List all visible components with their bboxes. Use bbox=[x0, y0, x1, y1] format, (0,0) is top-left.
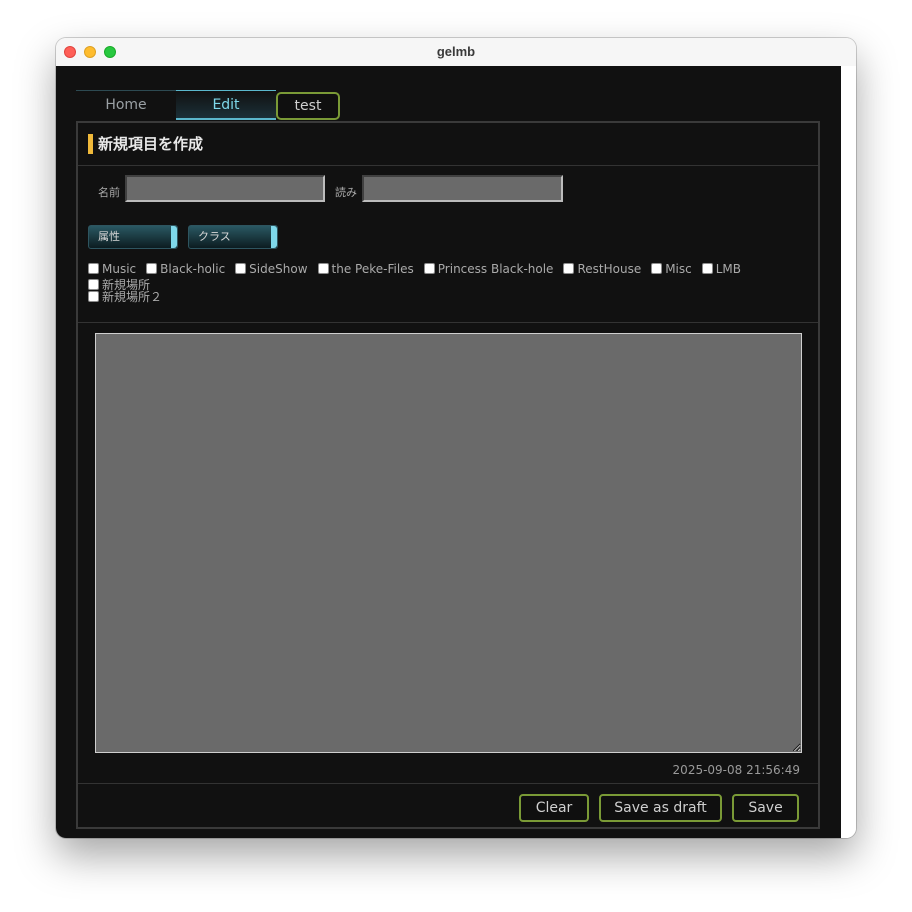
resize-grip-icon[interactable] bbox=[793, 744, 800, 751]
category-checkbox-music[interactable]: Music bbox=[88, 262, 136, 276]
app-window: gelmb Home Edit test 新規項目を作成 名前 読み 属性 クラ… bbox=[56, 38, 856, 838]
checkbox-icon[interactable] bbox=[317, 263, 329, 274]
category-checkbox-black-holic[interactable]: Black-holic bbox=[146, 262, 225, 276]
tab-test[interactable]: test bbox=[276, 92, 340, 120]
category-checkbox-princess-black-hole[interactable]: Princess Black-hole bbox=[423, 262, 553, 276]
checkbox-icon[interactable] bbox=[701, 263, 713, 274]
window-title: gelmb bbox=[436, 44, 476, 59]
checkbox-icon[interactable] bbox=[88, 291, 99, 302]
category-checkbox-resthouse[interactable]: RestHouse bbox=[563, 262, 641, 276]
attribute-select-label: 属性 bbox=[98, 230, 120, 243]
heading-marker bbox=[88, 134, 93, 154]
save-button[interactable]: Save bbox=[732, 794, 799, 822]
edit-panel: 新規項目を作成 名前 読み 属性 クラス Music Black-holic Sid… bbox=[76, 121, 820, 829]
tab-home[interactable]: Home bbox=[76, 90, 176, 120]
category-checkbox-misc[interactable]: Misc bbox=[651, 262, 692, 276]
tab-edit[interactable]: Edit bbox=[176, 90, 276, 120]
class-select[interactable]: クラス bbox=[188, 225, 278, 249]
name-input[interactable] bbox=[125, 175, 325, 202]
category-checkbox-peke-files[interactable]: the Peke-Files bbox=[317, 262, 414, 276]
page-title: 新規項目を作成 bbox=[98, 135, 204, 153]
footer-divider bbox=[78, 783, 818, 784]
category-checkbox-row: Music Black-holic SideShow the Peke-Files Pr… bbox=[88, 262, 818, 293]
checkbox-icon[interactable] bbox=[146, 263, 158, 274]
timestamp: 2025-09-08 21:56:49 bbox=[672, 763, 800, 777]
chevron-down-icon bbox=[171, 226, 177, 248]
class-select-label: クラス bbox=[198, 230, 231, 243]
checkbox-icon[interactable] bbox=[563, 263, 575, 274]
section-divider bbox=[78, 322, 818, 323]
category-checkbox-new-location-2[interactable]: 新規場所２ bbox=[88, 288, 162, 305]
checkbox-icon[interactable] bbox=[88, 263, 99, 274]
attribute-select[interactable]: 属性 bbox=[88, 225, 178, 249]
category-checkbox-lmb[interactable]: LMB bbox=[701, 262, 741, 276]
reading-input[interactable] bbox=[362, 175, 563, 202]
save-draft-button[interactable]: Save as draft bbox=[599, 794, 722, 822]
checkbox-icon[interactable] bbox=[651, 263, 663, 274]
checkbox-icon[interactable] bbox=[235, 263, 247, 274]
category-checkbox-row-2: 新規場所２ bbox=[88, 288, 172, 305]
title-bar: gelmb bbox=[56, 38, 856, 66]
clear-button[interactable]: Clear bbox=[519, 794, 589, 822]
app-content: Home Edit test 新規項目を作成 名前 読み 属性 クラス Musi… bbox=[56, 66, 841, 838]
window-edge bbox=[841, 66, 856, 838]
chevron-down-icon bbox=[271, 226, 277, 248]
name-label: 名前 bbox=[98, 186, 120, 199]
panel-heading: 新規項目を作成 bbox=[78, 123, 818, 166]
category-checkbox-sideshow[interactable]: SideShow bbox=[235, 262, 308, 276]
body-textarea[interactable] bbox=[95, 333, 802, 753]
reading-label: 読み bbox=[335, 186, 357, 199]
checkbox-icon[interactable] bbox=[423, 263, 435, 274]
